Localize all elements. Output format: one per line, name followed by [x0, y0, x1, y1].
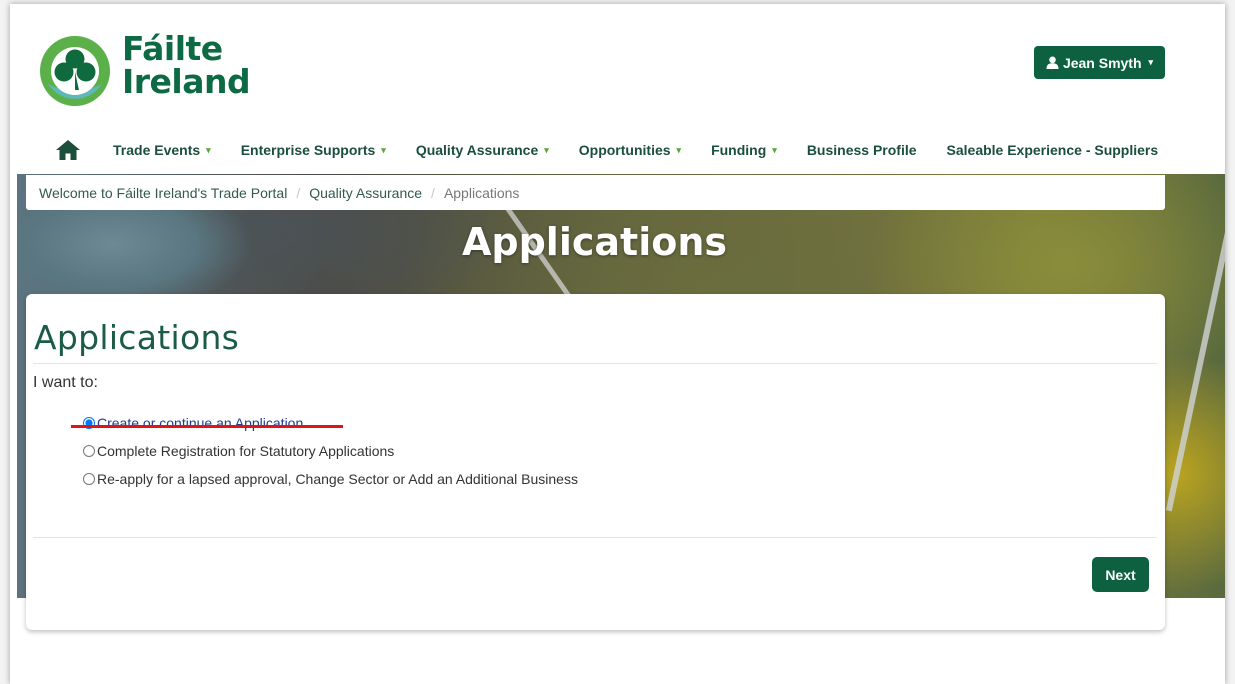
divider	[33, 363, 1157, 364]
nav-item-trade-events[interactable]: Trade Events ▾	[113, 142, 211, 158]
home-icon[interactable]	[54, 139, 82, 161]
hero-title: Applications	[462, 220, 727, 264]
red-annotation-underline	[71, 425, 343, 428]
breadcrumb: Welcome to Fáilte Ireland's Trade Portal…	[26, 175, 1165, 210]
chevron-down-icon: ▾	[1148, 57, 1154, 67]
nav-item-business-profile[interactable]: Business Profile	[807, 142, 917, 158]
failte-ireland-logo[interactable]: Fáilte Ireland	[38, 32, 268, 112]
nav-item-enterprise-supports[interactable]: Enterprise Supports ▾	[241, 142, 386, 158]
chevron-down-icon: ▾	[544, 144, 549, 155]
option-create-continue[interactable]: Create or continue an Application	[83, 409, 578, 437]
chevron-down-icon: ▾	[676, 144, 682, 155]
nav-item-saleable-experience[interactable]: Saleable Experience - Suppliers	[947, 142, 1159, 158]
breadcrumb-link-quality-assurance[interactable]: Quality Assurance	[309, 185, 422, 201]
breadcrumb-current: Applications	[443, 184, 520, 201]
next-button[interactable]: Next	[1092, 557, 1149, 592]
logo-wordmark: Fáilte Ireland	[122, 29, 251, 101]
user-icon	[1046, 56, 1059, 69]
application-options: Create or continue an Application Comple…	[83, 409, 578, 493]
chevron-down-icon: ▾	[772, 144, 777, 155]
divider	[33, 537, 1157, 538]
option-complete-registration[interactable]: Complete Registration for Statutory Appl…	[83, 437, 578, 465]
nav-item-opportunities[interactable]: Opportunities ▾	[579, 142, 681, 158]
nav-item-quality-assurance[interactable]: Quality Assurance ▾	[416, 142, 549, 158]
page: Fáilte Ireland Jean Smyth ▾ Trade Events…	[10, 4, 1225, 684]
main-nav: Trade Events ▾ Enterprise Supports ▾ Quali…	[54, 134, 1158, 166]
radio-reapply[interactable]	[83, 473, 95, 485]
applications-panel: Applications I want to: Create or contin…	[26, 294, 1165, 630]
nav-item-funding[interactable]: Funding ▾	[711, 142, 777, 158]
chevron-down-icon: ▾	[206, 144, 211, 155]
shamrock-logo-icon	[40, 36, 110, 106]
prompt-label: I want to:	[33, 374, 98, 391]
user-name: Jean Smyth	[1062, 54, 1142, 71]
breadcrumb-link-home[interactable]: Welcome to Fáilte Ireland's Trade Portal	[39, 185, 287, 201]
chevron-down-icon: ▾	[381, 144, 386, 155]
breadcrumb-separator: /	[431, 184, 435, 201]
radio-complete-registration[interactable]	[83, 445, 95, 457]
page-title: Applications	[34, 318, 240, 357]
breadcrumb-separator: /	[296, 184, 301, 201]
user-menu-button[interactable]: Jean Smyth ▾	[1034, 46, 1165, 79]
option-reapply[interactable]: Re-apply for a lapsed approval, Change S…	[83, 465, 578, 493]
